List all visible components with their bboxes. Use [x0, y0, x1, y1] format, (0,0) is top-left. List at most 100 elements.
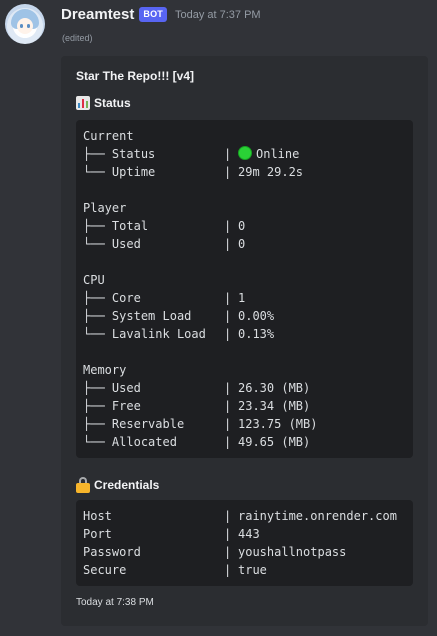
bar-chart-icon: [76, 96, 90, 110]
row-key: ├── Free: [83, 397, 224, 415]
row-value: 0.00%: [238, 307, 274, 325]
column-separator: |: [224, 237, 239, 251]
embed: Star The Repo!!! [v4] Status Current ├── …: [61, 56, 428, 626]
username[interactable]: Dreamtest: [61, 6, 134, 23]
message-timestamp[interactable]: Today at 7:37 PM: [175, 9, 261, 21]
credentials-field-label: Credentials: [94, 478, 160, 492]
status-row: ├── Core | 1: [83, 289, 406, 307]
credential-value: 443: [238, 527, 260, 541]
tree-branch: ├──: [83, 147, 105, 161]
column-separator: |: [224, 435, 239, 449]
row-value-text: 0.00%: [238, 309, 275, 323]
row-value-text: 0: [238, 219, 246, 233]
credential-value: rainytime.onrender.com: [238, 509, 397, 523]
column-separator: |: [224, 509, 239, 523]
tree-branch: ├──: [83, 399, 105, 413]
bot-tag: BOT: [139, 7, 167, 22]
credential-row: Secure | true: [83, 561, 406, 579]
column-separator: |: [224, 381, 239, 395]
tree-branch: └──: [83, 327, 105, 341]
tree-branch: └──: [83, 435, 105, 449]
bot-avatar[interactable]: [5, 4, 45, 44]
row-value: Online: [238, 145, 299, 163]
group-title: Memory: [83, 363, 127, 377]
row-value-text: 0: [238, 237, 246, 251]
status-row: └── Lavalink Load | 0.13%: [83, 325, 406, 343]
credential-row: Host | rainytime.onrender.com: [83, 507, 406, 525]
row-key: ├── Total: [83, 217, 224, 235]
row-key-text: Status: [111, 147, 156, 161]
tree-branch: ├──: [83, 381, 105, 395]
row-key-text: Reservable: [111, 417, 185, 431]
status-row: ├── Free | 23.34 (MB): [83, 397, 406, 415]
row-key: └── Uptime: [83, 163, 224, 181]
row-key-text: Total: [111, 219, 149, 233]
column-separator: |: [224, 327, 239, 341]
row-value: 26.30 (MB): [238, 379, 310, 397]
status-row: └── Uptime | 29m 29.2s: [83, 163, 406, 181]
row-key: ├── Reservable: [83, 415, 224, 433]
credential-value: true: [238, 563, 267, 577]
tree-branch: └──: [83, 165, 105, 179]
embed-title: Star The Repo!!! [v4]: [76, 69, 195, 83]
row-key: ├── Status: [83, 145, 224, 163]
status-row: └── Used | 0: [83, 235, 406, 253]
row-key-text: Lavalink Load: [111, 327, 206, 341]
credentials-field-name: Credentials: [76, 477, 159, 493]
column-separator: |: [224, 417, 239, 431]
column-separator: |: [224, 147, 239, 161]
row-key: ├── System Load: [83, 307, 224, 325]
status-code-block: Current ├── Status | Online └── Uptime | 29m…: [76, 120, 413, 458]
row-key: └── Allocated: [83, 433, 224, 451]
edited-label: (edited): [62, 33, 93, 43]
row-value-text: 1: [238, 291, 246, 305]
credential-key: Port: [83, 527, 112, 541]
row-key-text: Used: [111, 381, 141, 395]
column-separator: |: [224, 399, 239, 413]
status-row: └── Allocated | 49.65 (MB): [83, 433, 406, 451]
status-row: ├── Reservable | 123.75 (MB): [83, 415, 406, 433]
credential-row: Password | youshallnotpass: [83, 543, 406, 561]
credential-key: Host: [83, 509, 112, 523]
row-key: ├── Used: [83, 379, 224, 397]
credential-key: Secure: [83, 563, 127, 577]
row-key-text: Free: [111, 399, 141, 413]
row-key: ├── Core: [83, 289, 224, 307]
status-row: ├── Status | Online: [83, 145, 406, 163]
row-value: 0: [238, 235, 245, 253]
row-key-text: Core: [111, 291, 141, 305]
row-key-text: System Load: [111, 309, 192, 323]
status-row: ├── Used | 26.30 (MB): [83, 379, 406, 397]
column-separator: |: [224, 291, 239, 305]
row-key-text: Allocated: [111, 435, 177, 449]
avatar-eye: [20, 24, 23, 28]
row-value-text: Online: [256, 147, 300, 161]
column-separator: |: [224, 219, 239, 233]
row-value: 0.13%: [238, 325, 274, 343]
column-separator: |: [224, 527, 239, 541]
tree-branch: ├──: [83, 219, 105, 233]
column-separator: |: [224, 165, 239, 179]
avatar-eye: [27, 24, 30, 28]
group-title: Current: [83, 129, 134, 143]
credential-key: Password: [83, 545, 141, 559]
tree-branch: └──: [83, 237, 105, 251]
row-value: 29m 29.2s: [238, 163, 303, 181]
row-value: 0: [238, 217, 245, 235]
row-value: 49.65 (MB): [238, 433, 310, 451]
row-key: └── Lavalink Load: [83, 325, 224, 343]
row-value-text: 29m 29.2s: [238, 165, 304, 179]
green-circle-icon: [238, 146, 252, 160]
row-key-text: Uptime: [111, 165, 156, 179]
credentials-code-block: Host | rainytime.onrender.com Port | 443 Pas…: [76, 500, 413, 586]
status-row: ├── Total | 0: [83, 217, 406, 235]
credential-row: Port | 443: [83, 525, 406, 543]
tree-branch: ├──: [83, 291, 105, 305]
tree-branch: ├──: [83, 417, 105, 431]
status-field-label: Status: [94, 96, 131, 110]
status-field-name: Status: [76, 96, 131, 110]
column-separator: |: [224, 309, 239, 323]
group-title: Player: [83, 201, 127, 215]
